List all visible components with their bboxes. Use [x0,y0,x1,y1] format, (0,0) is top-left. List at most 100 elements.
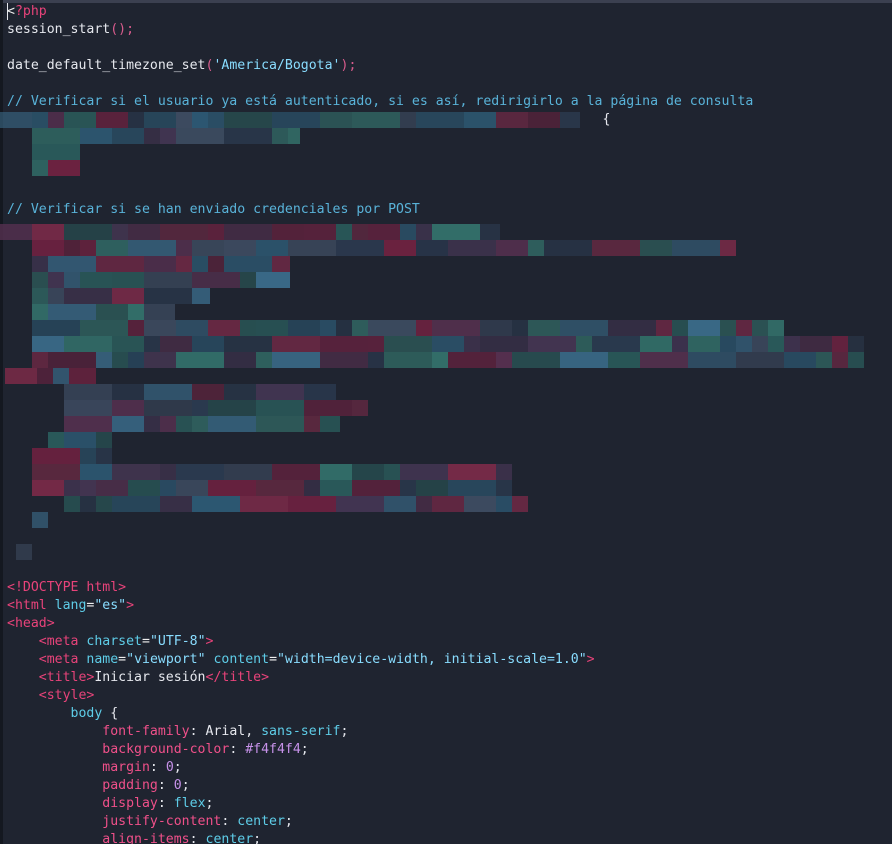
code-token: ); [340,58,357,73]
code-token: justify-content [7,814,222,829]
redacted-pixel [32,336,64,352]
redacted-pixel [416,112,464,128]
redacted-pixel [384,464,400,480]
code-line[interactable]: font-family: Arial, sans-serif; [7,723,348,741]
redacted-pixel [320,112,352,128]
redacted-pixel [736,320,752,336]
code-line[interactable]: <?php [7,3,47,21]
redacted-pixel [512,496,528,512]
code-line[interactable]: justify-content: center; [7,813,293,831]
code-line[interactable]: <style> [7,687,95,705]
redacted-pixel [832,352,848,368]
code-line[interactable]: <meta name="viewport" content="width=dev… [7,651,595,669]
redacted-pixel [64,336,112,352]
redacted-pixel [96,112,128,128]
redacted-pixel [144,400,192,416]
code-line[interactable]: margin: 0; [7,759,182,777]
code-line[interactable]: date_default_timezone_set('America/Bogot… [7,57,356,75]
redacted-pixel [80,480,96,496]
redacted-pixel [240,496,288,512]
redacted-pixel [208,112,224,128]
code-token: < [7,4,15,19]
redacted-pixel [160,496,192,512]
redacted-row [64,496,528,512]
redacted-pixel [192,336,224,352]
code-token: ; [173,760,182,775]
redacted-pixel [608,320,656,336]
code-line[interactable]: <!DOCTYPE html> [7,579,126,597]
code-line[interactable]: align-items: center; [7,831,261,844]
redacted-pixel [304,384,336,400]
code-line[interactable]: <head> [7,615,55,633]
code-line[interactable]: background-color: #f4f4f4; [7,741,308,759]
redacted-pixel [384,352,432,368]
redacted-pixel [144,352,176,368]
redacted-pixel [32,128,80,144]
redacted-pixel [192,416,208,432]
redacted-pixel [336,320,352,336]
redacted-pixel [288,320,320,336]
redacted-pixel [736,336,752,352]
redacted-pixel [64,272,80,288]
code-line[interactable]: display: flex; [7,795,213,813]
code-token: ; [284,814,293,829]
redacted-pixel [464,336,480,352]
redacted-pixel [144,416,160,432]
redacted-pixel [752,336,768,352]
code-token: sans-serif [261,724,341,739]
redacted-pixel [288,240,336,256]
redacted-pixel [688,352,736,368]
code-token: ; [340,724,349,739]
redacted-pixel [32,112,48,128]
redacted-pixel [144,320,176,336]
redacted-pixel [37,368,53,384]
redacted-pixel [224,224,272,240]
redacted-pixel [336,224,352,240]
redacted-pixel [448,352,496,368]
redacted-pixel [352,400,368,416]
code-line[interactable]: <title>Iniciar sesión</title> [7,669,269,687]
redacted-row [32,272,290,288]
code-line[interactable]: // Verificar si se han enviado credencia… [7,201,420,219]
redacted-pixel [304,224,336,240]
code-token: center [205,832,254,844]
redacted-pixel [176,464,224,480]
redacted-pixel [640,352,688,368]
code-editor[interactable]: <?php session_start(); date_default_timezo… [0,0,892,844]
redacted-pixel [96,448,112,464]
redacted-pixel [320,480,352,496]
redacted-pixel [768,336,784,352]
redacted-pixel [192,384,224,400]
redacted-pixel [224,240,256,256]
code-token: body [7,706,111,721]
code-line[interactable]: session_start(); [7,21,134,39]
redacted-pixel [512,352,560,368]
redacted-pixel [592,240,640,256]
redacted-row [32,240,736,256]
redacted-pixel [528,320,560,336]
redacted-pixel [400,464,448,480]
redacted-pixel [416,240,448,256]
code-line[interactable]: <html lang="es"> [7,597,134,615]
code-line[interactable]: padding: 0; [7,777,189,795]
redacted-pixel [368,320,416,336]
code-line[interactable]: <meta charset="UTF-8"> [7,633,214,651]
code-token: "UTF-8" [149,634,206,649]
code-token: : [189,832,206,844]
redacted-pixel [416,480,448,496]
redacted-pixel [320,336,368,352]
code-token: <head> [7,616,55,631]
redacted-pixel [640,240,672,256]
redacted-pixel [112,272,144,288]
redacted-pixel [736,352,784,368]
redacted-pixel [688,320,720,336]
code-line[interactable]: body { [7,705,119,723]
code-token: = [141,634,150,649]
redacted-pixel [352,112,400,128]
code-line[interactable]: // Verificar si el usuario ya está auten… [7,93,753,111]
redacted-pixel [352,224,368,240]
code-token: date_default_timezone_set [7,58,206,73]
code-token: lang [54,598,87,613]
redacted-pixel [208,224,224,240]
code-token: content [213,652,270,667]
